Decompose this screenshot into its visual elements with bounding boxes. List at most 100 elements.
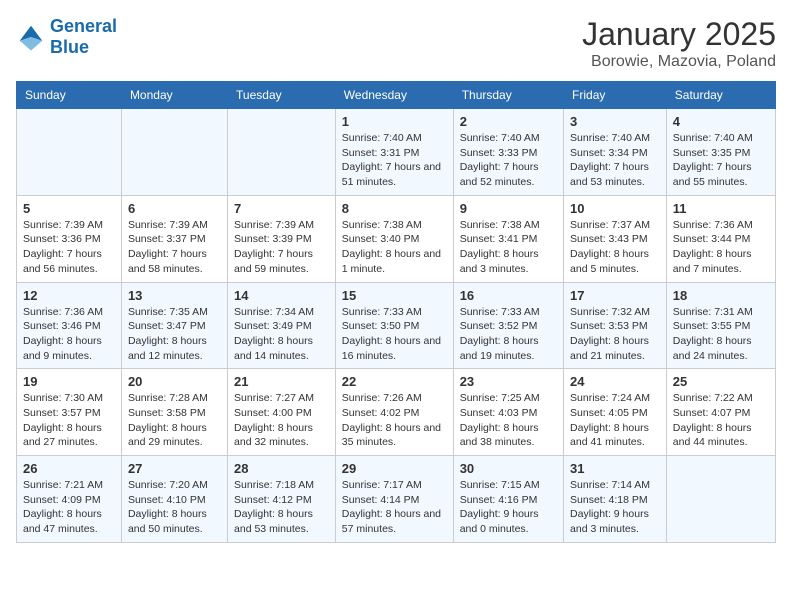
calendar-cell: 28 Sunrise: 7:18 AM Sunset: 4:12 PM Dayli…: [228, 456, 336, 543]
weekday-header-row: SundayMondayTuesdayWednesdayThursdayFrid…: [17, 82, 776, 109]
calendar-cell: 12Sunrise: 7:36 AM Sunset: 3:46 PM Dayli…: [17, 282, 122, 369]
calendar-cell: 24 Sunrise: 7:24 AM Sunset: 4:05 PM Dayli…: [564, 369, 667, 456]
day-info: Sunrise: 7:20 AM Sunset: 4:10 PM Dayligh…: [128, 478, 221, 537]
calendar-cell: 19 Sunrise: 7:30 AM Sunset: 3:57 PM Dayli…: [17, 369, 122, 456]
weekday-header-sunday: Sunday: [17, 82, 122, 109]
day-number: 15: [342, 288, 447, 303]
calendar-cell: 31Sunrise: 7:14 AM Sunset: 4:18 PM Dayli…: [564, 456, 667, 543]
day-number: 26: [23, 461, 115, 476]
weekday-header-saturday: Saturday: [666, 82, 775, 109]
day-number: 4: [673, 114, 769, 129]
calendar-cell: 26Sunrise: 7:21 AM Sunset: 4:09 PM Dayli…: [17, 456, 122, 543]
day-number: 19: [23, 374, 115, 389]
day-info: Sunrise: 7:39 AM Sunset: 3:37 PM Dayligh…: [128, 218, 221, 277]
day-info: Sunrise: 7:27 AM Sunset: 4:00 PM Dayligh…: [234, 391, 329, 450]
calendar-cell: 27 Sunrise: 7:20 AM Sunset: 4:10 PM Dayli…: [121, 456, 227, 543]
calendar-cell: 4 Sunrise: 7:40 AM Sunset: 3:35 PM Daylig…: [666, 109, 775, 196]
day-info: Sunrise: 7:33 AM Sunset: 3:50 PM Dayligh…: [342, 305, 447, 364]
page-header: General Blue January 2025 Borowie, Mazov…: [16, 16, 776, 71]
day-number: 2: [460, 114, 557, 129]
day-info: Sunrise: 7:38 AM Sunset: 3:41 PM Dayligh…: [460, 218, 557, 277]
day-number: 7: [234, 201, 329, 216]
day-number: 28: [234, 461, 329, 476]
day-info: Sunrise: 7:39 AM Sunset: 3:36 PM Dayligh…: [23, 218, 115, 277]
day-info: Sunrise: 7:17 AM Sunset: 4:14 PM Dayligh…: [342, 478, 447, 537]
calendar-cell: 11 Sunrise: 7:36 AM Sunset: 3:44 PM Dayli…: [666, 195, 775, 282]
calendar-cell: [666, 456, 775, 543]
day-number: 29: [342, 461, 447, 476]
day-info: Sunrise: 7:37 AM Sunset: 3:43 PM Dayligh…: [570, 218, 660, 277]
calendar-cell: 1Sunrise: 7:40 AM Sunset: 3:31 PM Daylig…: [335, 109, 453, 196]
logo: General Blue: [16, 16, 117, 58]
calendar-cell: 15 Sunrise: 7:33 AM Sunset: 3:50 PM Dayli…: [335, 282, 453, 369]
day-info: Sunrise: 7:36 AM Sunset: 3:44 PM Dayligh…: [673, 218, 769, 277]
title-block: January 2025 Borowie, Mazovia, Poland: [582, 16, 776, 71]
day-number: 3: [570, 114, 660, 129]
calendar-cell: 23 Sunrise: 7:25 AM Sunset: 4:03 PM Dayli…: [453, 369, 563, 456]
calendar-cell: 6 Sunrise: 7:39 AM Sunset: 3:37 PM Daylig…: [121, 195, 227, 282]
day-info: Sunrise: 7:40 AM Sunset: 3:35 PM Dayligh…: [673, 131, 769, 190]
day-info: Sunrise: 7:33 AM Sunset: 3:52 PM Dayligh…: [460, 305, 557, 364]
day-info: Sunrise: 7:39 AM Sunset: 3:39 PM Dayligh…: [234, 218, 329, 277]
day-info: Sunrise: 7:24 AM Sunset: 4:05 PM Dayligh…: [570, 391, 660, 450]
calendar-cell: 20 Sunrise: 7:28 AM Sunset: 3:58 PM Dayli…: [121, 369, 227, 456]
day-number: 6: [128, 201, 221, 216]
weekday-header-thursday: Thursday: [453, 82, 563, 109]
week-row-3: 12Sunrise: 7:36 AM Sunset: 3:46 PM Dayli…: [17, 282, 776, 369]
day-info: Sunrise: 7:31 AM Sunset: 3:55 PM Dayligh…: [673, 305, 769, 364]
day-number: 22: [342, 374, 447, 389]
day-info: Sunrise: 7:40 AM Sunset: 3:34 PM Dayligh…: [570, 131, 660, 190]
calendar-cell: 13Sunrise: 7:35 AM Sunset: 3:47 PM Dayli…: [121, 282, 227, 369]
calendar-subtitle: Borowie, Mazovia, Poland: [582, 53, 776, 71]
calendar-cell: 10Sunrise: 7:37 AM Sunset: 3:43 PM Dayli…: [564, 195, 667, 282]
weekday-header-friday: Friday: [564, 82, 667, 109]
calendar-cell: [121, 109, 227, 196]
calendar-cell: 17Sunrise: 7:32 AM Sunset: 3:53 PM Dayli…: [564, 282, 667, 369]
calendar-cell: 21 Sunrise: 7:27 AM Sunset: 4:00 PM Dayli…: [228, 369, 336, 456]
calendar-cell: [17, 109, 122, 196]
weekday-header-tuesday: Tuesday: [228, 82, 336, 109]
logo-icon: [16, 22, 46, 52]
day-info: Sunrise: 7:15 AM Sunset: 4:16 PM Dayligh…: [460, 478, 557, 537]
day-number: 18: [673, 288, 769, 303]
week-row-4: 19 Sunrise: 7:30 AM Sunset: 3:57 PM Dayli…: [17, 369, 776, 456]
day-info: Sunrise: 7:38 AM Sunset: 3:40 PM Dayligh…: [342, 218, 447, 277]
day-number: 1: [342, 114, 447, 129]
day-number: 11: [673, 201, 769, 216]
day-info: Sunrise: 7:18 AM Sunset: 4:12 PM Dayligh…: [234, 478, 329, 537]
day-info: Sunrise: 7:22 AM Sunset: 4:07 PM Dayligh…: [673, 391, 769, 450]
calendar-cell: 16 Sunrise: 7:33 AM Sunset: 3:52 PM Dayli…: [453, 282, 563, 369]
calendar-cell: [228, 109, 336, 196]
day-number: 23: [460, 374, 557, 389]
day-number: 27: [128, 461, 221, 476]
week-row-1: 1Sunrise: 7:40 AM Sunset: 3:31 PM Daylig…: [17, 109, 776, 196]
calendar-cell: 8 Sunrise: 7:38 AM Sunset: 3:40 PM Daylig…: [335, 195, 453, 282]
week-row-5: 26Sunrise: 7:21 AM Sunset: 4:09 PM Dayli…: [17, 456, 776, 543]
calendar-cell: 29 Sunrise: 7:17 AM Sunset: 4:14 PM Dayli…: [335, 456, 453, 543]
day-info: Sunrise: 7:25 AM Sunset: 4:03 PM Dayligh…: [460, 391, 557, 450]
day-number: 5: [23, 201, 115, 216]
calendar-title: January 2025: [582, 16, 776, 53]
day-info: Sunrise: 7:28 AM Sunset: 3:58 PM Dayligh…: [128, 391, 221, 450]
day-number: 13: [128, 288, 221, 303]
calendar-cell: 14 Sunrise: 7:34 AM Sunset: 3:49 PM Dayli…: [228, 282, 336, 369]
day-number: 24: [570, 374, 660, 389]
day-info: Sunrise: 7:40 AM Sunset: 3:33 PM Dayligh…: [460, 131, 557, 190]
calendar-cell: 3 Sunrise: 7:40 AM Sunset: 3:34 PM Daylig…: [564, 109, 667, 196]
day-number: 21: [234, 374, 329, 389]
day-number: 14: [234, 288, 329, 303]
day-number: 30: [460, 461, 557, 476]
day-number: 12: [23, 288, 115, 303]
logo-text-blue: Blue: [50, 37, 117, 58]
day-number: 20: [128, 374, 221, 389]
calendar-cell: 9Sunrise: 7:38 AM Sunset: 3:41 PM Daylig…: [453, 195, 563, 282]
week-row-2: 5 Sunrise: 7:39 AM Sunset: 3:36 PM Daylig…: [17, 195, 776, 282]
day-info: Sunrise: 7:26 AM Sunset: 4:02 PM Dayligh…: [342, 391, 447, 450]
day-info: Sunrise: 7:32 AM Sunset: 3:53 PM Dayligh…: [570, 305, 660, 364]
day-info: Sunrise: 7:30 AM Sunset: 3:57 PM Dayligh…: [23, 391, 115, 450]
day-number: 16: [460, 288, 557, 303]
day-info: Sunrise: 7:34 AM Sunset: 3:49 PM Dayligh…: [234, 305, 329, 364]
calendar-cell: 5 Sunrise: 7:39 AM Sunset: 3:36 PM Daylig…: [17, 195, 122, 282]
day-number: 8: [342, 201, 447, 216]
calendar-cell: 7 Sunrise: 7:39 AM Sunset: 3:39 PM Daylig…: [228, 195, 336, 282]
